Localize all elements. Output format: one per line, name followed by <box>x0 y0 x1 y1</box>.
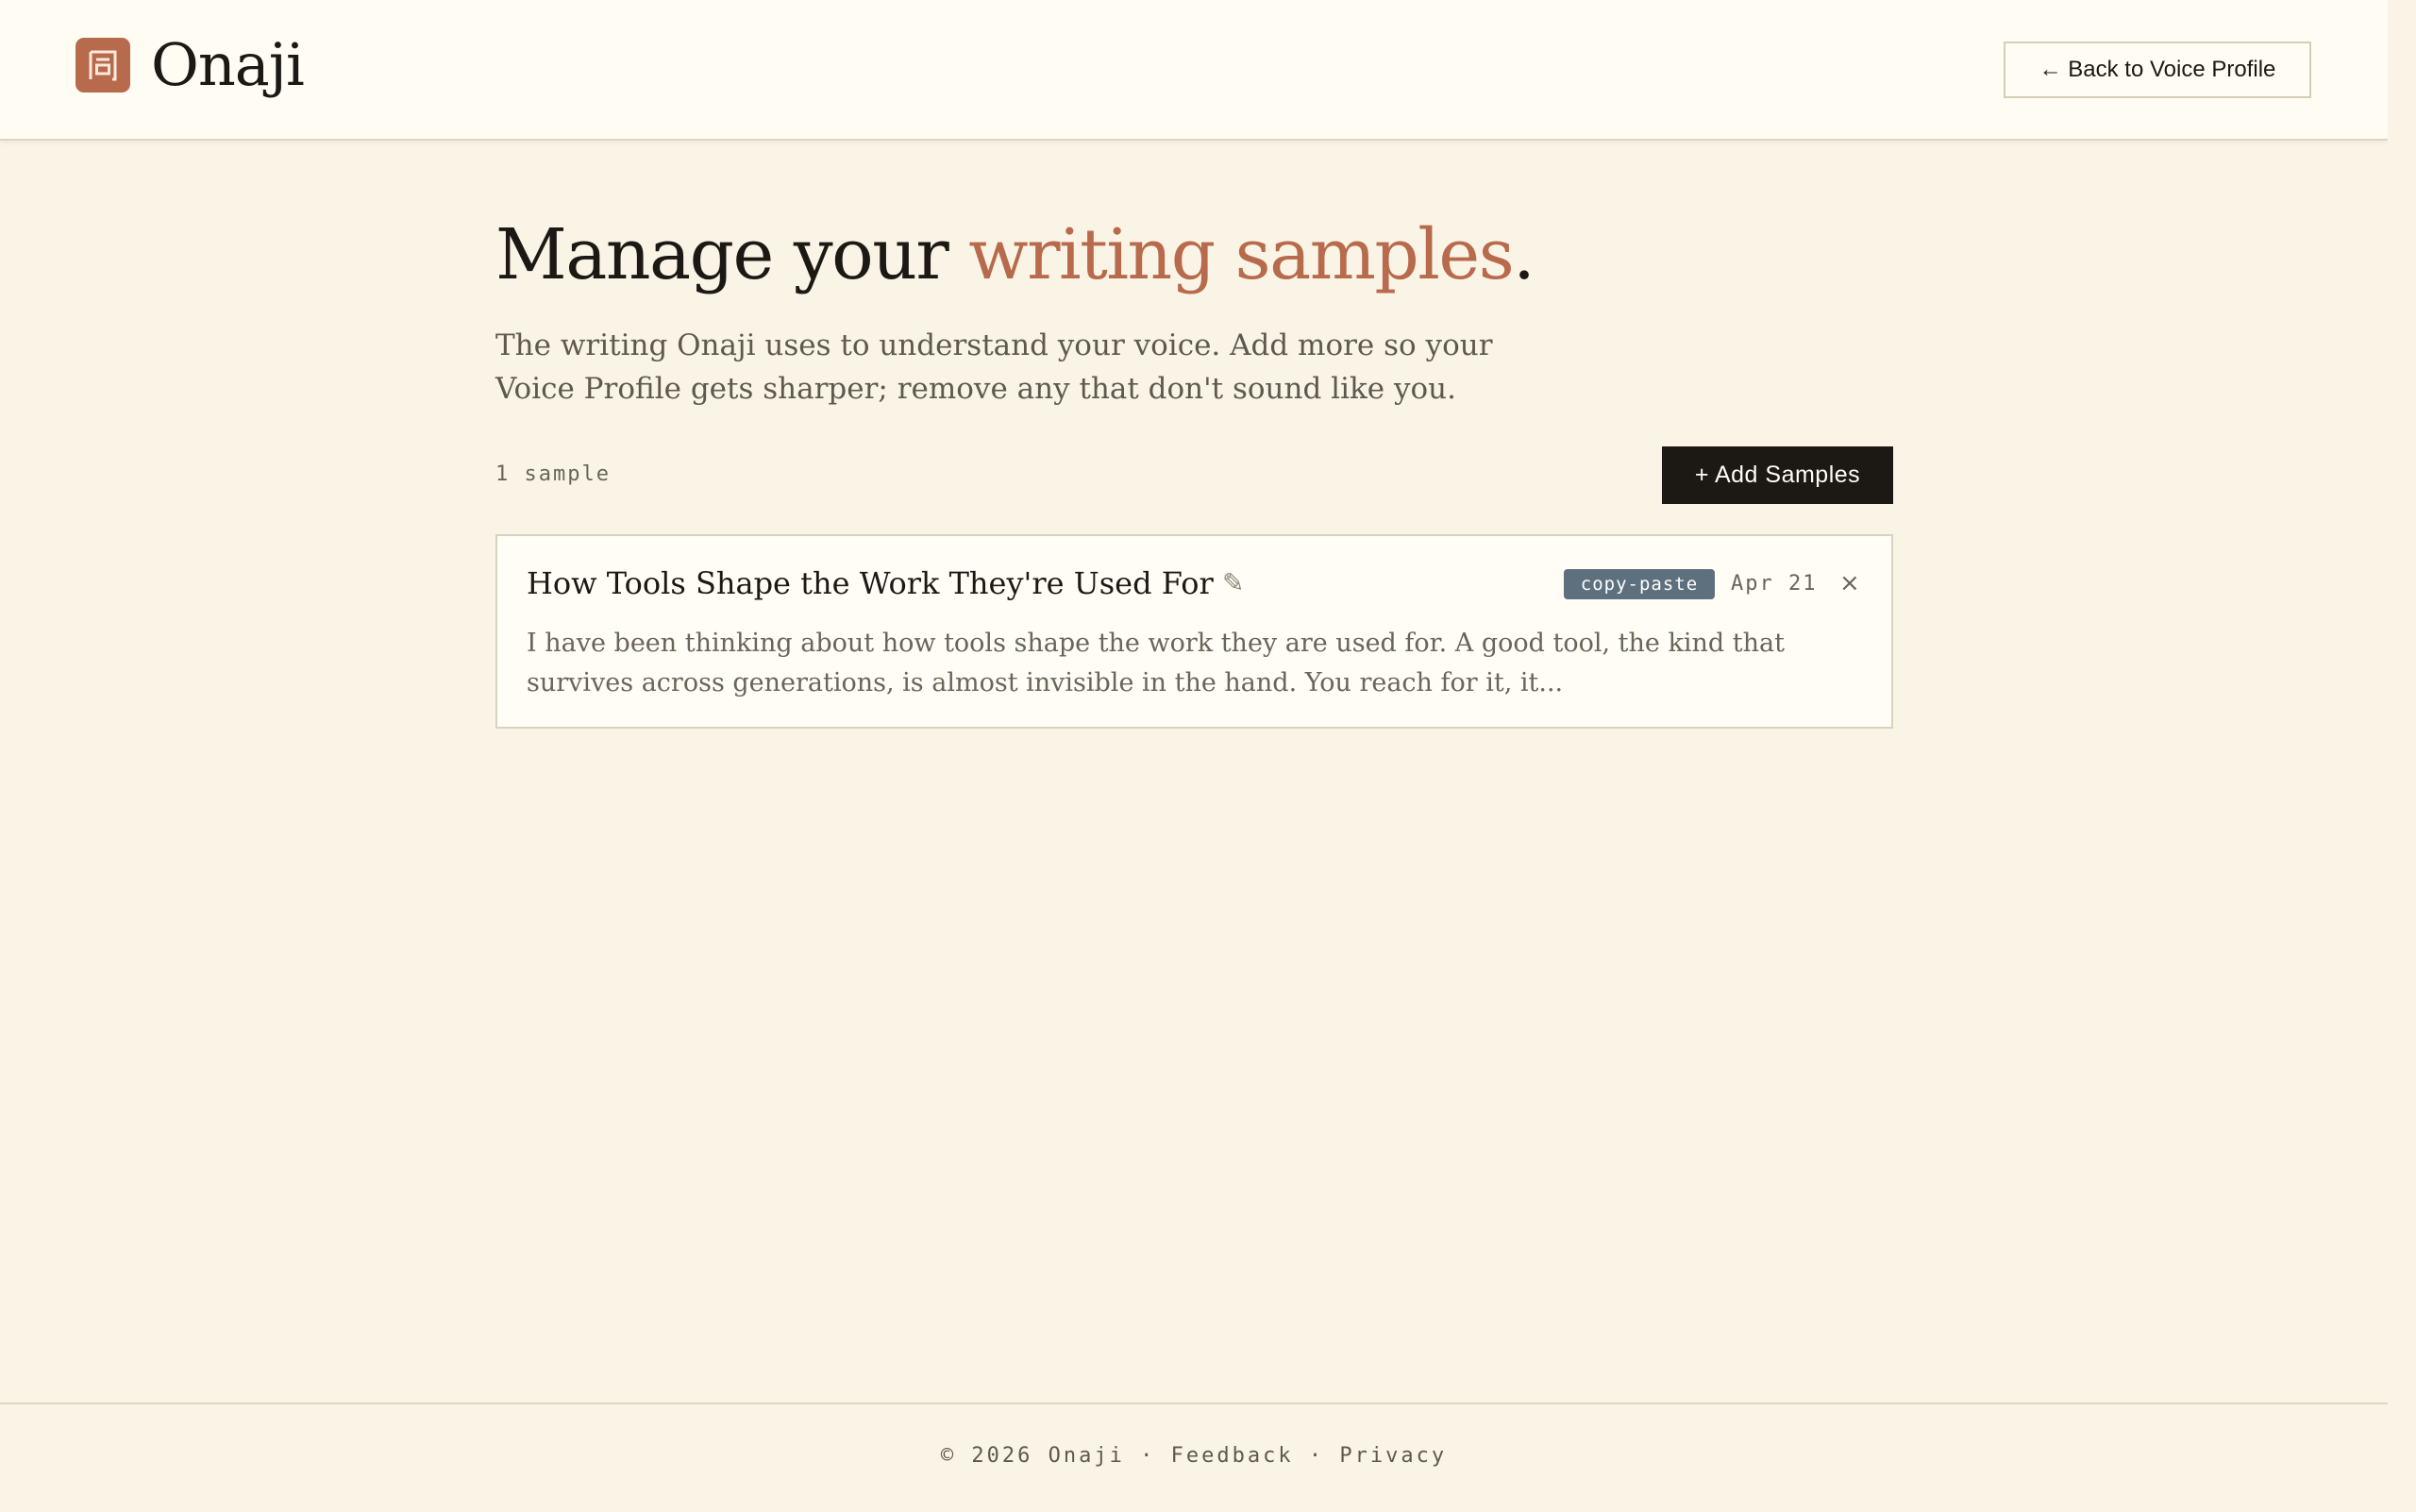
page-title-accent: writing samples <box>968 214 1514 295</box>
samples-toolbar: 1 sample + Add Samples <box>495 446 1893 504</box>
sample-count: 1 sample <box>495 462 611 486</box>
vertical-scrollbar[interactable] <box>2388 0 2416 1510</box>
main-content: Manage your writing samples. The writing… <box>495 212 1893 729</box>
source-badge: copy-paste <box>1564 569 1715 599</box>
onaji-logo-glyph <box>89 50 117 81</box>
page-title: Manage your writing samples. <box>495 212 1893 297</box>
feedback-link[interactable]: Feedback <box>1171 1444 1294 1468</box>
brand-logo[interactable]: Onaji <box>76 30 305 99</box>
page-title-prefix: Manage your <box>495 214 969 295</box>
footer-copyright: © 2026 Onaji <box>940 1444 1125 1468</box>
sample-title[interactable]: How Tools Shape the Work They're Used Fo… <box>527 564 1214 602</box>
page: Onaji ← Back to Voice Profile Manage you… <box>0 0 2388 1510</box>
sample-excerpt: I have been thinking about how tools sha… <box>527 629 1785 697</box>
sample-card[interactable]: How Tools Shape the Work They're Used Fo… <box>495 534 1893 729</box>
page-description: The writing Onaji uses to understand you… <box>495 328 1493 406</box>
onaji-logo-icon <box>76 38 130 92</box>
sample-date: Apr 21 <box>1731 572 1818 596</box>
footer-line: © 2026 Onaji · Feedback · Privacy <box>0 1444 2388 1468</box>
footer-separator: · <box>1308 1444 1325 1468</box>
footer-separator: · <box>1140 1444 1156 1468</box>
delete-close-icon[interactable]: × <box>1839 566 1860 600</box>
privacy-link[interactable]: Privacy <box>1339 1444 1447 1468</box>
edit-pencil-icon[interactable]: ✎ <box>1222 564 1244 602</box>
add-samples-button[interactable]: + Add Samples <box>1662 446 1893 504</box>
page-footer: © 2026 Onaji · Feedback · Privacy <box>0 1403 2388 1512</box>
back-to-voice-profile-button[interactable]: ← Back to Voice Profile <box>2004 42 2311 98</box>
page-title-suffix: . <box>1513 214 1535 295</box>
top-header: Onaji ← Back to Voice Profile <box>0 0 2388 141</box>
brand-name: Onaji <box>151 30 305 99</box>
